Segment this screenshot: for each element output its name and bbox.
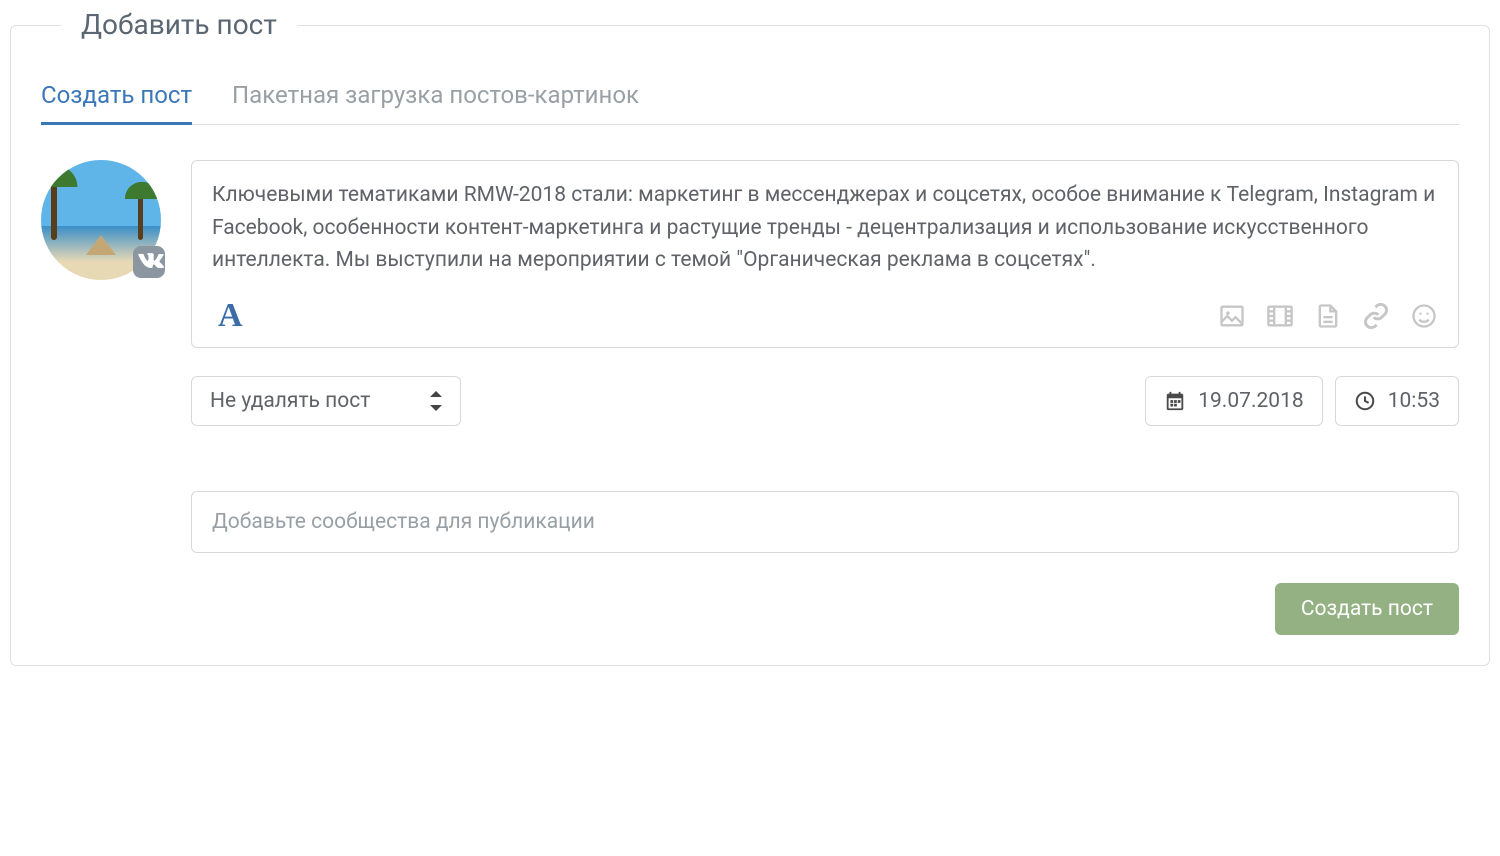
time-picker[interactable]: 10:53 — [1335, 376, 1459, 426]
editor-column: Ключевыми тематиками RMW-2018 стали: мар… — [191, 160, 1459, 635]
communities-field[interactable] — [191, 491, 1459, 553]
panel-title: Добавить пост — [61, 8, 297, 41]
date-value: 19.07.2018 — [1198, 389, 1304, 413]
select-arrows-icon — [430, 391, 442, 411]
document-icon[interactable] — [1314, 302, 1342, 330]
post-editor: Ключевыми тематиками RMW-2018 стали: мар… — [191, 160, 1459, 348]
add-post-panel: Добавить пост Создать пост Пакетная загр… — [10, 25, 1490, 666]
link-icon[interactable] — [1362, 302, 1390, 330]
content-row: Ключевыми тематиками RMW-2018 стали: мар… — [41, 160, 1459, 635]
editor-toolbar: A — [212, 297, 1438, 335]
time-value: 10:53 — [1388, 389, 1440, 413]
datetime-controls: 19.07.2018 10:53 — [1145, 376, 1459, 426]
avatar-wrap — [41, 160, 161, 280]
image-icon[interactable] — [1218, 302, 1246, 330]
post-textarea[interactable]: Ключевыми тематиками RMW-2018 стали: мар… — [212, 179, 1438, 279]
footer-row: Создать пост — [191, 583, 1459, 635]
delete-option-select[interactable]: Не удалять пост — [191, 376, 461, 426]
font-style-icon[interactable]: A — [212, 297, 249, 335]
vk-badge-icon — [133, 246, 165, 278]
communities-input[interactable] — [212, 510, 1438, 534]
tabs: Создать пост Пакетная загрузка постов-ка… — [41, 81, 1459, 125]
schedule-row: Не удалять пост 19.07.2018 10:53 — [191, 376, 1459, 426]
delete-option-label: Не удалять пост — [210, 389, 370, 413]
attachment-icons — [1218, 302, 1438, 330]
clock-icon — [1354, 390, 1376, 412]
emoji-icon[interactable] — [1410, 302, 1438, 330]
calendar-icon — [1164, 390, 1186, 412]
video-icon[interactable] — [1266, 302, 1294, 330]
create-post-button[interactable]: Создать пост — [1275, 583, 1459, 635]
tab-create-post[interactable]: Создать пост — [41, 81, 192, 124]
tab-batch-upload[interactable]: Пакетная загрузка постов-картинок — [232, 81, 639, 124]
date-picker[interactable]: 19.07.2018 — [1145, 376, 1323, 426]
